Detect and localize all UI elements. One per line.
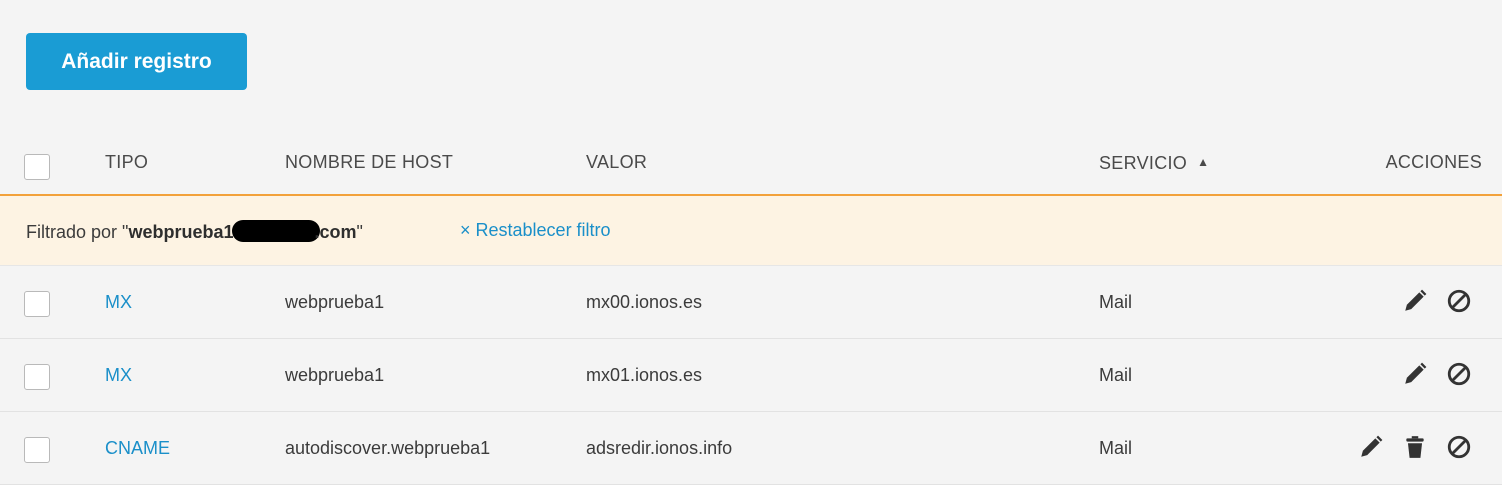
record-host: webprueba1 [285, 365, 385, 385]
edit-icon[interactable] [1402, 288, 1428, 314]
filter-domain-start: webprueba1. [128, 222, 239, 242]
row-actions [1402, 361, 1472, 387]
table-header: TIPO NOMBRE DE HOST VALOR SERVICIO ▲ ACCI… [0, 130, 1502, 196]
record-type-link[interactable]: MX [105, 364, 132, 386]
filter-prefix: Filtrado por " [26, 222, 129, 242]
edit-icon[interactable] [1402, 361, 1428, 387]
row-checkbox[interactable] [24, 437, 50, 463]
record-type-link[interactable]: MX [105, 291, 132, 313]
edit-icon[interactable] [1358, 434, 1384, 460]
filter-bar: Filtrado por "webprueba1. .com" × Restabl… [0, 196, 1502, 266]
filter-description: Filtrado por "webprueba1. .com" [26, 220, 363, 243]
select-all-checkbox[interactable] [24, 154, 50, 180]
header-host[interactable]: NOMBRE DE HOST [285, 151, 453, 173]
redaction-mark [232, 220, 321, 242]
record-value: adsredir.ionos.info [586, 438, 733, 458]
record-host: autodiscover.webprueba1 [285, 438, 491, 458]
row-actions [1358, 434, 1472, 460]
header-value[interactable]: VALOR [586, 151, 647, 173]
sort-ascending-icon: ▲ [1197, 155, 1210, 169]
filter-suffix: " [356, 222, 363, 242]
record-type-link[interactable]: CNAME [105, 437, 170, 459]
header-service[interactable]: SERVICIO ▲ [1099, 151, 1209, 174]
block-icon[interactable] [1446, 361, 1472, 387]
record-value: mx00.ionos.es [586, 292, 703, 312]
header-type[interactable]: TIPO [105, 151, 148, 173]
filter-domain-end: .com [314, 222, 357, 242]
header-service-label: SERVICIO [1099, 153, 1188, 173]
table-row: MX webprueba1 mx01.ionos.es Mail [0, 339, 1502, 412]
row-checkbox[interactable] [24, 291, 50, 317]
record-service: Mail [1099, 365, 1133, 385]
row-checkbox[interactable] [24, 364, 50, 390]
table-row: MX webprueba1 mx00.ionos.es Mail [0, 266, 1502, 339]
row-actions [1402, 288, 1472, 314]
header-actions: ACCIONES [1385, 152, 1482, 172]
block-icon[interactable] [1446, 288, 1472, 314]
record-service: Mail [1099, 438, 1133, 458]
trash-icon[interactable] [1402, 434, 1428, 460]
table-row: CNAME autodiscover.webprueba1 adsredir.i… [0, 412, 1502, 485]
reset-filter-link[interactable]: × Restablecer filtro [460, 220, 611, 241]
block-icon[interactable] [1446, 434, 1472, 460]
add-record-button[interactable]: Añadir registro [26, 33, 247, 90]
record-value: mx01.ionos.es [586, 365, 703, 385]
record-service: Mail [1099, 292, 1133, 312]
record-host: webprueba1 [285, 292, 385, 312]
